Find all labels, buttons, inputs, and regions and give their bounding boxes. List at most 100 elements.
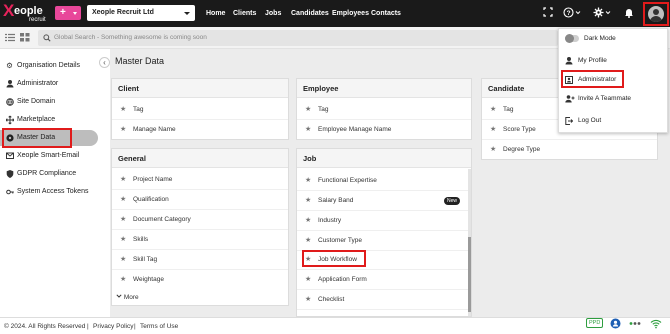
star-icon[interactable]: ★ [305,100,311,120]
star-icon[interactable]: ★ [305,191,311,211]
chevron-down-icon [73,12,77,15]
star-icon[interactable]: ★ [490,140,496,160]
list-item[interactable]: ★ Skills [112,230,288,250]
list-item[interactable]: ★ Checklist [297,290,471,310]
star-icon[interactable]: ★ [305,231,311,251]
grid-view-icon[interactable] [20,33,30,42]
list-item-label: Qualification [133,196,169,203]
highlight-master-data [2,128,72,148]
list-item[interactable]: ★ Degree Type [482,140,657,160]
sidebar-item-site-domain[interactable]: Site Domain [0,94,100,110]
star-icon[interactable]: ★ [305,171,311,191]
terms-of-use-link[interactable]: Terms of Use [140,318,178,334]
list-item[interactable]: ★ Qualification [112,190,288,210]
dark-mode-toggle[interactable] [565,34,579,43]
quick-add-button[interactable]: + [55,6,81,20]
list-item[interactable]: ★ Weightage [112,270,288,290]
menu-item-my-profile[interactable]: My Profile [559,53,667,69]
star-icon[interactable]: ★ [305,290,311,310]
company-select[interactable]: Xeople Recruit Ltd [87,5,195,21]
sidebar-item-marketplace[interactable]: Marketplace [0,112,100,128]
global-search-input[interactable]: Global Search - Something awesome is com… [38,30,558,46]
scrollbar-thumb[interactable] [468,237,471,312]
star-icon[interactable]: ★ [120,170,126,190]
more-button[interactable]: More [116,292,139,304]
avatar [648,6,664,22]
star-icon[interactable]: ★ [305,120,311,140]
list-item-label: Functional Expertise [318,177,377,184]
list-item[interactable]: ★ Skill Tag [112,250,288,270]
list-item[interactable]: ★ Functional Expertise [297,171,471,191]
highlight-administrator-menu [561,70,624,88]
fullscreen-icon[interactable] [543,7,553,21]
nav-contacts[interactable]: Contacts [371,9,401,18]
nav-home[interactable]: Home [206,9,225,18]
add-user-icon [565,91,575,114]
sidebar-item-organisation-details[interactable]: ⚙ Organisation Details [0,58,100,74]
bell-icon[interactable] [624,7,634,22]
star-icon[interactable]: ★ [120,210,126,230]
list-item[interactable]: ★ Industry [297,211,471,231]
list-item-label: Tag [503,106,514,113]
svg-text:?: ? [567,10,571,17]
list-item[interactable]: ★ Tag [112,100,288,120]
list-item[interactable]: ★ Salary Band New [297,191,471,211]
user-avatar-button[interactable] [643,2,669,26]
list-item[interactable]: ★ Application Form [297,270,471,290]
list-item[interactable]: ★ Document Category [112,210,288,230]
quick-add-label: + [60,7,66,18]
client-card: Client ★ Tag ★ Manage Name [111,78,289,140]
star-icon[interactable]: ★ [120,120,126,140]
nav-clients[interactable]: Clients [233,9,256,18]
star-icon[interactable]: ★ [120,270,126,290]
account-circle-icon[interactable] [610,318,621,332]
list-item[interactable]: ★ Project Name [112,170,288,190]
sidebar-item-label: Site Domain [17,98,56,105]
scrollbar[interactable] [468,169,471,316]
sidebar-item-label: Marketplace [17,116,56,123]
ppd-badge[interactable]: PPD [586,318,604,328]
star-icon[interactable]: ★ [490,100,496,120]
list-item[interactable]: ★ Customer Type [297,231,471,251]
sidebar-item-system-access-tokens[interactable]: System Access Tokens [0,184,100,200]
list-view-icon[interactable] [5,33,15,42]
nav-candidates[interactable]: Candidates [291,9,329,18]
status-dots-icon[interactable] [629,318,641,332]
sidebar-item-smart-email[interactable]: Xeople Smart-Email [0,148,100,164]
star-icon[interactable]: ★ [305,211,311,231]
menu-item-label: My Profile [578,57,607,64]
building-icon: ⚙ [6,61,13,70]
card-title: Employee [297,79,471,98]
sidebar-item-label: System Access Tokens [17,188,89,195]
list-item-label: Employee Manage Name [318,126,392,133]
list-item-label: Application Form [318,276,367,283]
sidebar-item-label: GDPR Compliance [17,170,77,177]
list-item-label: Tag [133,106,144,113]
star-icon[interactable]: ★ [120,250,126,270]
star-icon[interactable]: ★ [305,270,311,290]
menu-item-dark-mode[interactable]: Dark Mode [559,31,667,47]
star-icon[interactable]: ★ [120,190,126,210]
nav-employees[interactable]: Employees [332,9,369,18]
list-item[interactable]: ★ Manage Name [112,120,288,140]
nav-jobs[interactable]: Jobs [265,9,281,18]
collapse-sidebar-button[interactable]: ‹ [99,57,110,68]
list-item[interactable]: ★ Employee Manage Name [297,120,471,140]
privacy-policy-link[interactable]: Privacy Policy [93,318,133,334]
menu-item-log-out[interactable]: Log Out [559,113,667,129]
toggle-knob [565,34,574,43]
star-icon[interactable]: ★ [490,120,496,140]
star-icon[interactable]: ★ [120,230,126,250]
sidebar-item-gdpr-compliance[interactable]: GDPR Compliance [0,166,100,182]
star-icon[interactable]: ★ [120,100,126,120]
list-item-label: Degree Type [503,146,541,153]
xeople-logo[interactable]: X eople recruit [3,2,51,25]
list-item-label: Score Type [503,126,536,133]
sidebar-item-administrator[interactable]: Administrator [0,76,100,92]
sidebar: ⚙ Organisation Details Administrator Sit… [0,49,110,317]
menu-item-invite-teammate[interactable]: Invite A Teammate [559,91,667,107]
list-item[interactable]: ★ Tag [297,100,471,120]
help-icon[interactable]: ? [563,7,581,22]
settings-icon[interactable] [593,7,611,22]
search-placeholder: Global Search - Something awesome is com… [54,34,207,41]
